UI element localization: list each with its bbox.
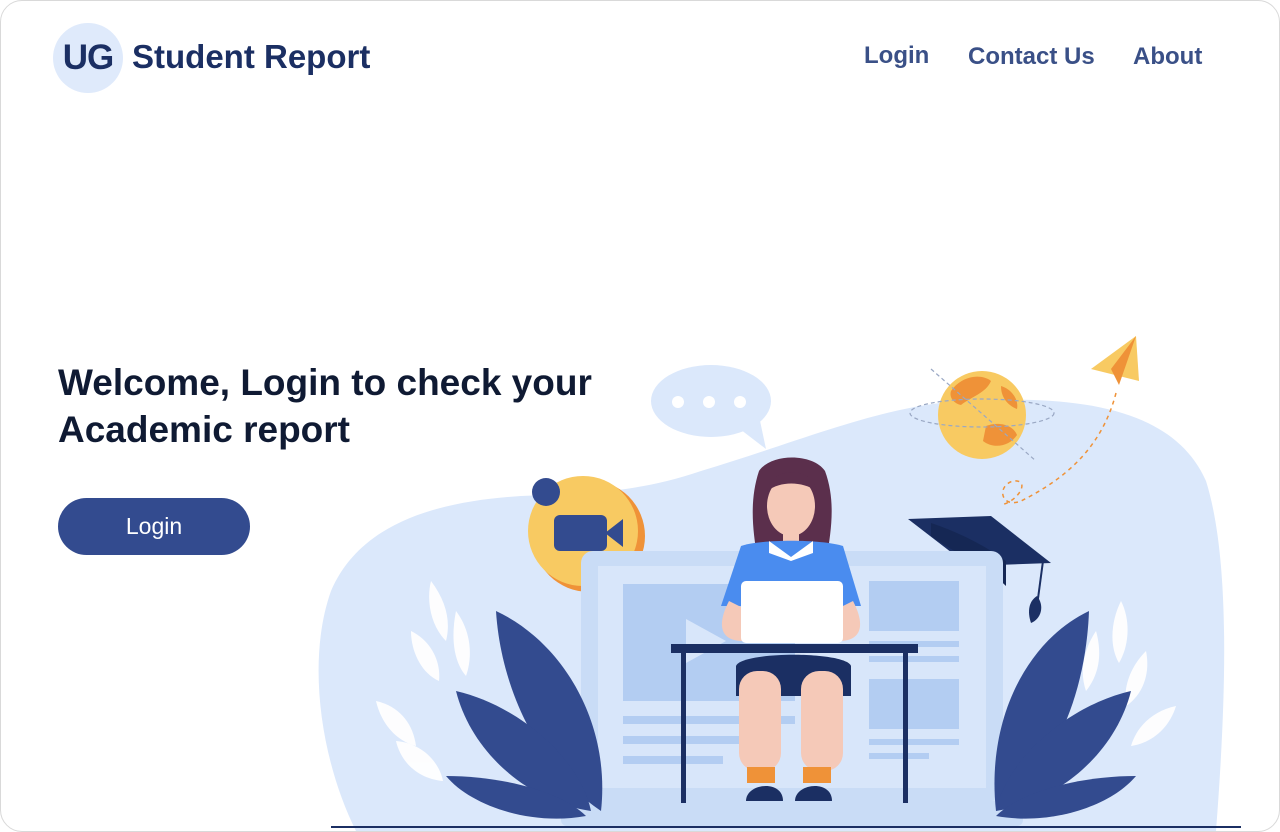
page-frame: UG Student Report Login Contact Us About… (0, 0, 1280, 832)
hero-illustration (318, 336, 1241, 831)
chat-bubble-icon (651, 365, 771, 449)
